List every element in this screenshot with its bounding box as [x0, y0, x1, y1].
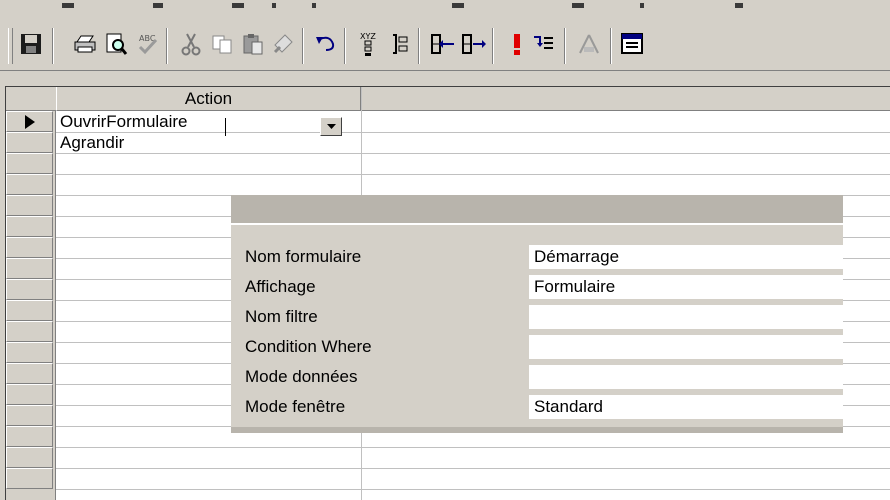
- argument-value-view[interactable]: Formulaire: [529, 275, 843, 301]
- action-cell-2[interactable]: Agrandir: [60, 133, 124, 153]
- insert-row-button[interactable]: [430, 30, 456, 58]
- spelling-icon: ABC: [138, 34, 158, 55]
- row-selector[interactable]: [6, 468, 53, 489]
- row-selector[interactable]: [6, 153, 53, 174]
- current-row-icon: [25, 115, 35, 129]
- format-painter-button[interactable]: [270, 30, 296, 58]
- dropdown-arrow-icon: [326, 124, 336, 129]
- corner-header: [6, 87, 56, 111]
- row-selector[interactable]: [6, 405, 53, 426]
- conditions-button[interactable]: [386, 30, 412, 58]
- cut-button[interactable]: [178, 30, 204, 58]
- copy-icon: [212, 35, 232, 54]
- row-selector[interactable]: [6, 258, 53, 279]
- format-painter-icon: [273, 34, 293, 54]
- argument-label: Nom filtre: [245, 307, 318, 326]
- row-selector[interactable]: [6, 342, 53, 363]
- single-step-icon: [534, 36, 553, 49]
- database-window-icon: [621, 33, 643, 54]
- paste-icon: [243, 34, 263, 55]
- macro-names-icon: XYZ: [360, 32, 376, 56]
- row-selector[interactable]: [6, 237, 53, 258]
- copy-button[interactable]: [209, 30, 235, 58]
- cut-icon: [181, 33, 201, 56]
- argument-value-window-mode[interactable]: Standard: [529, 395, 843, 421]
- toolbar-grip[interactable]: [8, 28, 13, 64]
- save-button[interactable]: [18, 30, 44, 58]
- row-selector[interactable]: [6, 279, 53, 300]
- spelling-button[interactable]: ABC: [134, 30, 160, 58]
- insert-row-icon: [431, 34, 454, 54]
- row-selector[interactable]: [6, 384, 53, 405]
- argument-value-data-mode[interactable]: [529, 365, 843, 391]
- delete-row-button[interactable]: [461, 30, 487, 58]
- delete-row-icon: [462, 34, 486, 54]
- row-selector[interactable]: [6, 321, 53, 342]
- print-preview-button[interactable]: [103, 30, 129, 58]
- run-button[interactable]: [504, 30, 530, 58]
- action-dropdown-button[interactable]: [320, 117, 342, 136]
- row-selector[interactable]: [6, 216, 53, 237]
- single-step-button[interactable]: [530, 30, 556, 58]
- undo-button[interactable]: [313, 30, 339, 58]
- argument-label: Condition Where: [245, 337, 372, 356]
- database-window-button[interactable]: [620, 30, 646, 58]
- macro-design-toolbar: ABC XYZ: [0, 10, 890, 71]
- print-button[interactable]: [72, 30, 98, 58]
- row-selector[interactable]: [6, 132, 53, 153]
- argument-value-filter-name[interactable]: [529, 305, 843, 331]
- row-selector[interactable]: [6, 300, 53, 321]
- row-selector-current[interactable]: [6, 111, 53, 132]
- menu-bar: [0, 0, 890, 10]
- argument-label: Nom formulaire: [245, 247, 362, 266]
- comment-column-header[interactable]: [361, 87, 890, 111]
- print-preview-icon: [106, 33, 128, 55]
- argument-value-where-condition[interactable]: [529, 335, 843, 361]
- action-column-header[interactable]: Action: [56, 87, 361, 111]
- save-icon: [21, 34, 41, 54]
- row-selector[interactable]: [6, 363, 53, 384]
- print-icon: [74, 35, 96, 53]
- argument-label: Mode fenêtre: [245, 397, 346, 416]
- build-button[interactable]: [576, 30, 602, 58]
- arguments-panel-header: [231, 195, 843, 225]
- conditions-icon: [393, 34, 408, 54]
- row-selector[interactable]: [6, 447, 53, 468]
- paste-button[interactable]: [240, 30, 266, 58]
- build-icon: [579, 34, 599, 54]
- undo-icon: [316, 36, 335, 51]
- argument-value-form-name[interactable]: Démarrage: [529, 245, 843, 271]
- row-selector[interactable]: [6, 426, 53, 447]
- row-selector[interactable]: [6, 174, 53, 195]
- run-icon: [514, 34, 520, 55]
- action-cell-1[interactable]: OuvrirFormulaire: [60, 112, 188, 132]
- arguments-panel-footer: [231, 427, 843, 433]
- macro-names-button[interactable]: XYZ: [355, 30, 381, 58]
- argument-label: Affichage: [245, 277, 316, 296]
- argument-label: Mode données: [245, 367, 358, 386]
- row-selector[interactable]: [6, 195, 53, 216]
- action-arguments-panel: Nom formulaire Démarrage Affichage Formu…: [231, 195, 843, 433]
- text-cursor: [225, 118, 226, 136]
- svg-text:XYZ: XYZ: [360, 32, 376, 41]
